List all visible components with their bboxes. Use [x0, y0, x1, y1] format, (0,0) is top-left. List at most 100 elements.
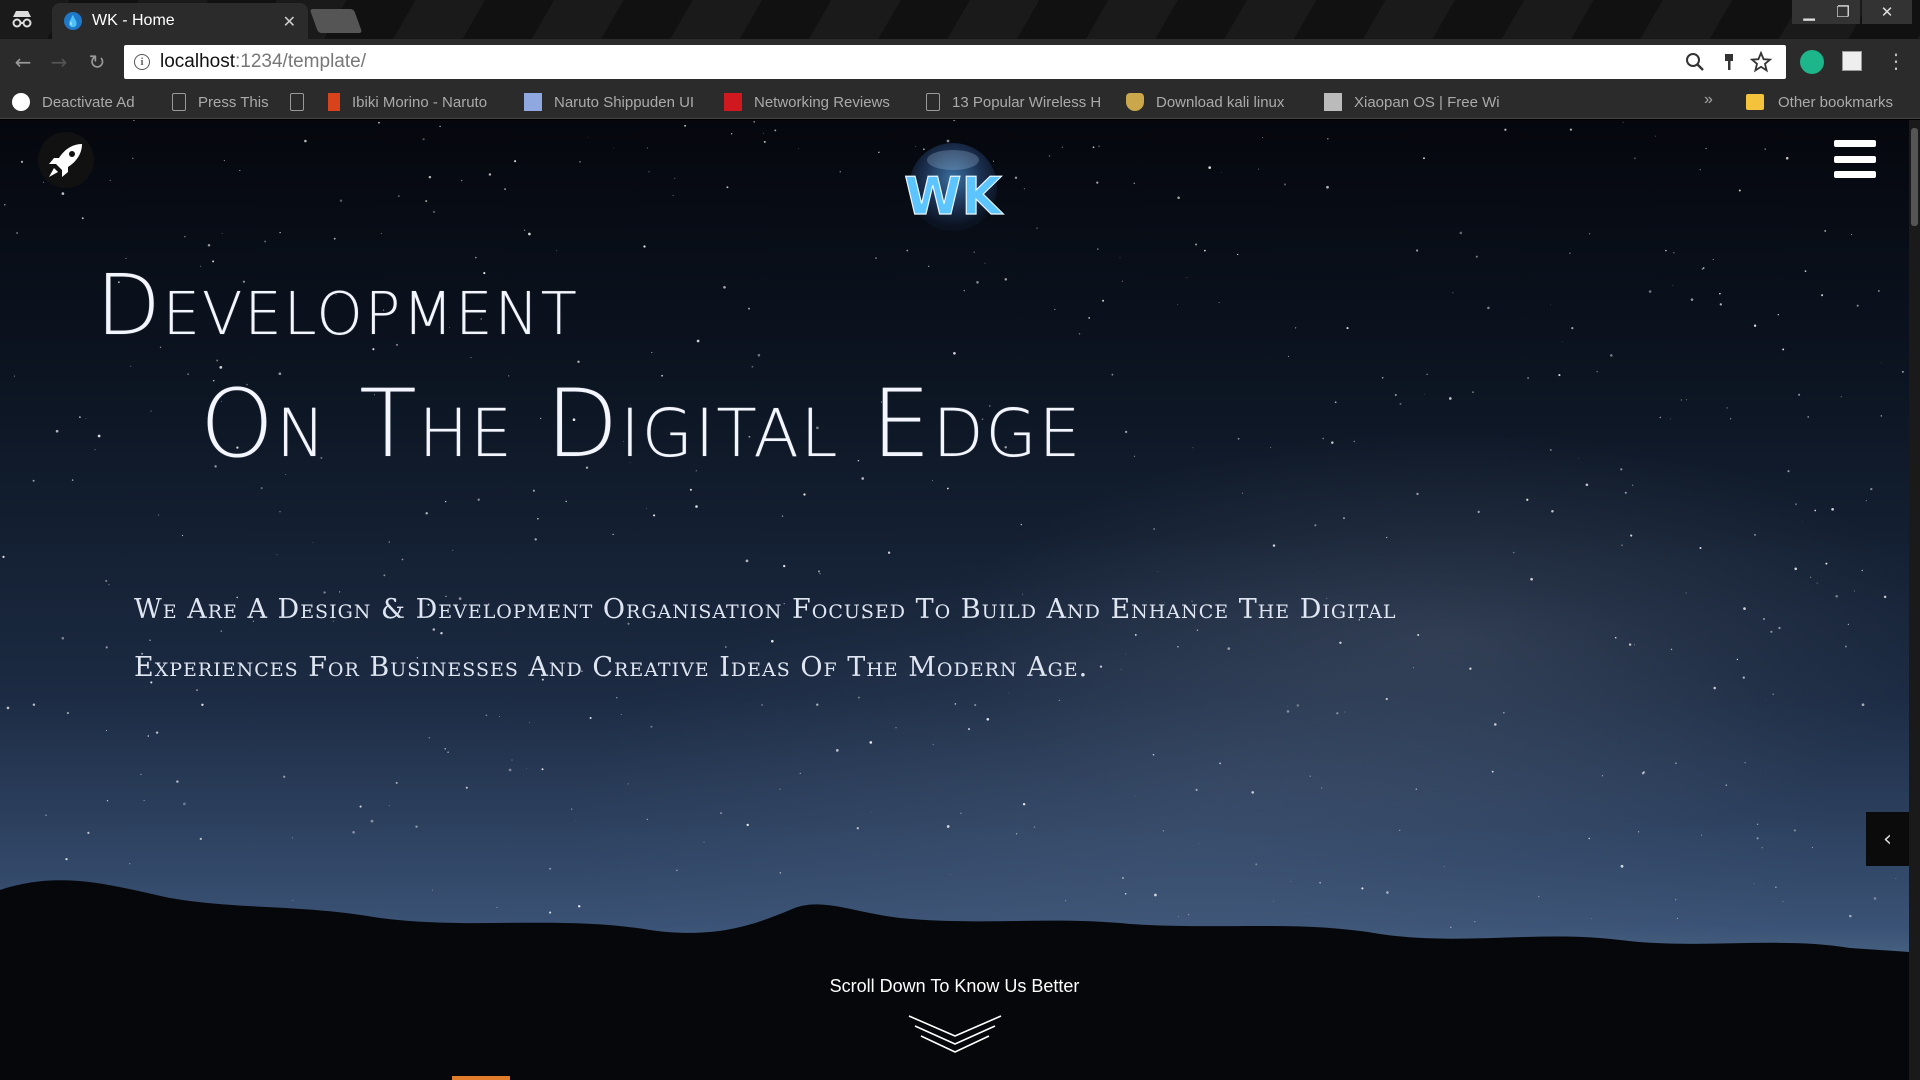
bookmark-wireless[interactable]: 13 Popular Wireless H — [926, 85, 1108, 119]
bookmark-networking-reviews[interactable]: Networking Reviews — [724, 85, 902, 119]
naruto-icon — [328, 93, 340, 111]
other-bookmarks-label: Other bookmarks — [1778, 93, 1894, 111]
star — [140, 773, 142, 776]
bookmark-ibiki-morino[interactable]: Ibiki Morino - Naruto — [328, 85, 504, 119]
extension-green-icon[interactable] — [1800, 50, 1824, 74]
star — [745, 559, 749, 563]
star — [477, 498, 480, 501]
star — [425, 200, 428, 203]
star — [133, 120, 135, 121]
star — [6, 706, 10, 710]
star — [130, 365, 132, 367]
star — [1601, 775, 1604, 777]
star — [1204, 249, 1206, 252]
star — [751, 365, 754, 368]
star — [132, 157, 134, 159]
star — [1824, 229, 1827, 232]
star — [1880, 415, 1883, 417]
star — [1743, 607, 1746, 610]
star — [1195, 788, 1198, 791]
more-bookmarks-chevron-icon[interactable]: » — [1704, 91, 1713, 109]
bookmark-deactivate-ad[interactable]: Deactivate Ad — [12, 85, 162, 119]
star — [1416, 492, 1419, 496]
star — [1022, 802, 1026, 806]
tab-wk-home[interactable]: 💧 WK - Home ✕ — [52, 3, 308, 39]
bookmark-untitled[interactable] — [290, 85, 320, 119]
close-window-button[interactable]: ✕ — [1862, 0, 1912, 24]
star — [1386, 536, 1388, 539]
star — [1669, 418, 1671, 420]
bookmark-naruto-shippuden[interactable]: Naruto Shippuden UI — [524, 85, 706, 119]
star — [870, 811, 872, 813]
other-bookmarks-folder[interactable]: Other bookmarks — [1746, 85, 1893, 119]
reload-icon[interactable]: ↻ — [84, 50, 110, 74]
scroll-down-prompt[interactable]: Scroll Down To Know Us Better — [0, 976, 1909, 997]
rocket-button[interactable] — [38, 132, 94, 188]
star — [1381, 376, 1384, 379]
bookmark-label: 13 Popular Wireless H — [952, 93, 1102, 111]
bookmark-star-icon[interactable] — [1750, 51, 1772, 73]
star — [1738, 189, 1741, 192]
scrollbar-thumb[interactable] — [1911, 128, 1918, 226]
star — [620, 714, 622, 715]
bookmarks-bar: Deactivate Ad Press This Ibiki Morino - … — [0, 85, 1920, 119]
star — [643, 245, 646, 248]
star — [1571, 326, 1574, 330]
star — [672, 194, 674, 196]
star — [646, 818, 649, 821]
star — [1856, 304, 1859, 307]
extension-image-icon[interactable] — [1842, 51, 1862, 71]
bookmark-press-this[interactable]: Press This — [172, 85, 280, 119]
browser-menu-icon[interactable]: ⋮ — [1886, 49, 1906, 73]
bookmark-xiaopan-os[interactable]: Xiaopan OS | Free Wi — [1324, 85, 1506, 119]
page-icon — [172, 93, 186, 111]
forward-arrow-icon[interactable]: → — [46, 50, 72, 74]
star — [1764, 148, 1766, 150]
star — [803, 493, 806, 496]
restore-button[interactable]: ❐ — [1826, 0, 1860, 24]
star — [1058, 699, 1061, 702]
star — [1512, 551, 1515, 554]
star — [1157, 571, 1159, 572]
star — [499, 716, 500, 717]
star — [1487, 306, 1490, 310]
new-tab-button[interactable] — [309, 9, 363, 33]
star — [1578, 457, 1580, 459]
star — [1665, 249, 1667, 252]
star — [1504, 128, 1507, 131]
star — [1251, 791, 1254, 794]
star — [1793, 829, 1796, 832]
star — [612, 533, 614, 536]
tab-close-icon[interactable]: ✕ — [283, 12, 296, 31]
star — [703, 841, 705, 843]
address-bar[interactable]: i localhost:1234/template/ — [124, 45, 1786, 79]
minimize-button[interactable]: ▁ — [1792, 0, 1826, 24]
star — [1685, 592, 1687, 594]
bookmark-kali-linux[interactable]: Download kali linux — [1126, 85, 1306, 119]
star — [1811, 847, 1813, 849]
star — [440, 632, 443, 635]
star — [223, 159, 225, 162]
star — [1558, 374, 1561, 377]
star — [183, 235, 186, 238]
star — [183, 802, 186, 806]
hamburger-menu-icon[interactable] — [1834, 140, 1876, 178]
star — [276, 554, 278, 556]
star — [388, 541, 390, 543]
star — [695, 505, 698, 508]
folder-icon — [1746, 94, 1764, 110]
star — [181, 535, 184, 537]
site-info-icon[interactable]: i — [134, 54, 150, 70]
side-panel-toggle[interactable]: ‹ — [1866, 812, 1909, 866]
key-icon[interactable] — [1718, 51, 1740, 73]
star — [1673, 252, 1675, 254]
star — [432, 628, 436, 631]
zoom-icon[interactable] — [1684, 51, 1706, 73]
star — [470, 356, 472, 359]
star — [220, 630, 223, 632]
star — [1459, 231, 1463, 235]
back-arrow-icon[interactable]: ← — [10, 50, 36, 74]
page-scrollbar[interactable] — [1909, 120, 1920, 1080]
scroll-down-chevron-icon[interactable] — [907, 1014, 1003, 1058]
star — [1221, 172, 1222, 174]
